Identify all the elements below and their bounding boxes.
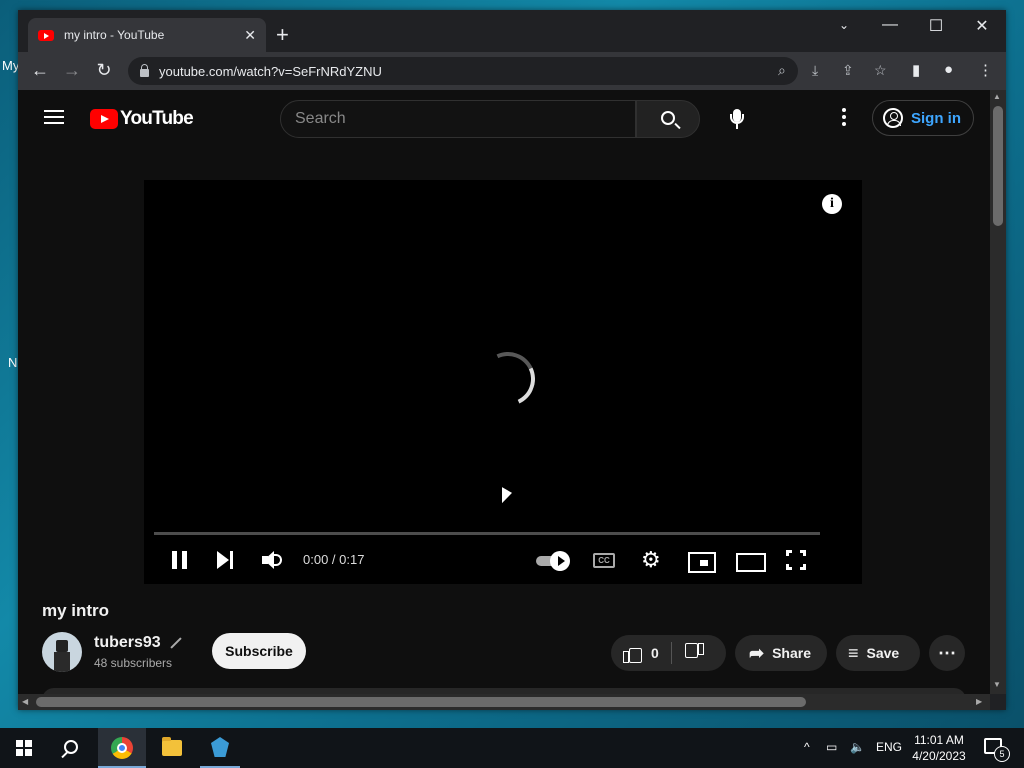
desktop-icon-label[interactable]: My	[2, 58, 19, 73]
miniplayer-icon[interactable]	[688, 550, 716, 573]
bookmark-star-icon[interactable]: ☆	[874, 62, 887, 79]
next-icon[interactable]	[217, 550, 235, 570]
search-box	[280, 100, 636, 138]
scroll-right-icon[interactable]: ▶	[976, 697, 982, 706]
search-button[interactable]	[636, 100, 700, 138]
file-explorer-icon[interactable]	[162, 737, 182, 756]
new-tab-icon[interactable]: +	[276, 24, 289, 46]
forward-icon[interactable]: →	[61, 60, 83, 80]
loading-spinner-icon	[473, 344, 543, 414]
minimize-icon[interactable]: —	[870, 16, 910, 34]
tab-search-icon[interactable]: ⌄	[824, 18, 864, 32]
more-actions-icon[interactable]: ⋯	[929, 635, 965, 671]
back-icon[interactable]: ←	[29, 60, 51, 80]
autoplay-toggle[interactable]	[536, 550, 570, 571]
app-taskbar-icon[interactable]	[200, 728, 240, 768]
like-icon[interactable]	[623, 644, 642, 663]
youtube-play-icon	[90, 109, 118, 129]
show-hidden-icons-icon[interactable]: ^	[804, 740, 810, 754]
account-icon	[883, 108, 903, 128]
divider	[670, 642, 672, 664]
youtube-page: YouTube Sign in i 0:00 / 0:1	[18, 90, 990, 694]
save-button[interactable]: ≡ Save	[836, 635, 920, 671]
settings-more-icon[interactable]	[842, 108, 846, 128]
lock-icon[interactable]	[140, 63, 149, 77]
subscribe-button[interactable]: Subscribe	[212, 633, 306, 669]
taskbar-search-icon[interactable]	[64, 740, 78, 754]
logo-text: YouTube	[120, 108, 194, 129]
network-icon[interactable]: ▭	[826, 740, 837, 754]
sign-in-label: Sign in	[911, 109, 961, 127]
scroll-left-icon[interactable]: ◀	[22, 697, 28, 706]
profile-icon[interactable]: ●	[944, 61, 953, 78]
info-icon[interactable]: i	[822, 194, 842, 214]
browser-tab[interactable]: my intro - YouTube ✕	[28, 18, 266, 52]
save-label: Save	[866, 645, 900, 661]
video-player[interactable]: i 0:00 / 0:17 CC ⚙	[144, 180, 862, 584]
title-bar: my intro - YouTube ✕ + ⌄ — ☐ ✕	[18, 10, 1006, 52]
side-panel-icon[interactable]: ▮	[912, 61, 920, 79]
voice-search-button[interactable]	[718, 100, 756, 138]
settings-gear-icon[interactable]: ⚙	[641, 549, 663, 571]
search-input[interactable]	[295, 110, 635, 128]
verified-music-icon	[170, 637, 182, 649]
progress-bar[interactable]	[154, 532, 820, 535]
clock-time: 11:01 AM	[914, 733, 964, 747]
channel-avatar[interactable]	[42, 632, 82, 672]
menu-icon[interactable]	[44, 110, 64, 124]
share-arrow-icon: ➦	[749, 642, 765, 663]
address-bar[interactable]: youtube.com/watch?v=SeFrNRdYZNU ⌕ ⤓ ⇪ ☆	[128, 57, 887, 85]
fullscreen-icon[interactable]	[786, 550, 806, 570]
vertical-scrollbar[interactable]: ▲ ▼	[990, 90, 1006, 694]
theater-mode-icon[interactable]	[736, 550, 766, 572]
scroll-up-icon[interactable]: ▲	[993, 92, 1001, 101]
maximize-icon[interactable]: ☐	[916, 16, 956, 36]
channel-name[interactable]: tubers93	[94, 634, 161, 652]
share-page-icon[interactable]: ⇪	[842, 62, 854, 79]
captions-icon[interactable]: CC	[593, 550, 615, 570]
desktop-icon-label[interactable]: N	[8, 355, 17, 370]
chrome-menu-icon[interactable]: ⋮	[978, 61, 993, 79]
language-indicator[interactable]: ENG	[876, 740, 902, 754]
time-display: 0:00 / 0:17	[303, 552, 365, 567]
speaker-icon[interactable]: 🔈	[850, 740, 865, 754]
channel-name-row[interactable]: tubers93	[94, 634, 183, 652]
notifications-icon[interactable]: 5	[984, 738, 1010, 762]
subscriber-count: 48 subscribers	[94, 656, 173, 670]
notification-count: 5	[994, 746, 1010, 762]
share-button[interactable]: ➦ Share	[735, 635, 827, 671]
clock[interactable]: 11:01 AM 4/20/2023	[904, 732, 974, 764]
close-window-icon[interactable]: ✕	[962, 16, 1002, 36]
install-icon[interactable]: ⤓	[812, 62, 818, 79]
share-label: Share	[772, 645, 812, 661]
zoom-search-icon[interactable]: ⌕	[778, 62, 786, 79]
sign-in-button[interactable]: Sign in	[872, 100, 974, 136]
youtube-logo[interactable]: YouTube	[90, 108, 194, 130]
browser-window: my intro - YouTube ✕ + ⌄ — ☐ ✕ ← → ↻ you…	[18, 10, 1006, 710]
scroll-down-icon[interactable]: ▼	[993, 680, 1001, 689]
url-text[interactable]: youtube.com/watch?v=SeFrNRdYZNU	[159, 64, 382, 79]
pause-icon[interactable]	[172, 550, 188, 570]
like-dislike-bar: 0	[611, 635, 726, 671]
browser-toolbar: ← → ↻ youtube.com/watch?v=SeFrNRdYZNU ⌕ …	[18, 52, 1006, 90]
horizontal-scroll-thumb[interactable]	[36, 697, 806, 707]
clock-date: 4/20/2023	[912, 749, 966, 763]
like-count[interactable]: 0	[651, 645, 659, 661]
search-icon	[661, 111, 675, 125]
dislike-icon[interactable]	[686, 644, 704, 662]
vertical-scroll-thumb[interactable]	[993, 106, 1003, 226]
playlist-add-icon: ≡	[848, 642, 859, 663]
video-title: my intro	[42, 601, 110, 620]
reload-icon[interactable]: ↻	[93, 60, 115, 80]
chrome-taskbar-icon[interactable]	[98, 728, 146, 768]
close-tab-icon[interactable]: ✕	[244, 27, 256, 44]
windows-start-icon[interactable]	[16, 740, 32, 756]
taskbar: ^ ▭ 🔈 ENG 11:01 AM 4/20/2023 5	[0, 728, 1024, 768]
youtube-favicon-icon	[38, 29, 54, 41]
volume-icon[interactable]	[262, 550, 286, 570]
youtube-header: YouTube Sign in	[18, 90, 990, 146]
horizontal-scrollbar[interactable]: ◀ ▶	[18, 694, 990, 710]
tab-title: my intro - YouTube	[64, 28, 165, 42]
